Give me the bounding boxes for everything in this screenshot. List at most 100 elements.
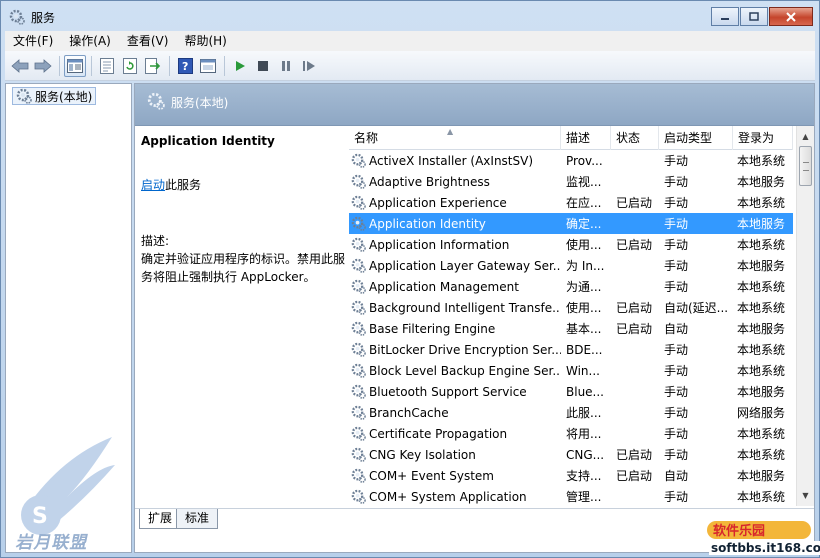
- table-row[interactable]: Block Level Backup Engine Ser... Win... 手动…: [349, 360, 793, 381]
- service-status: 已启动: [616, 301, 653, 315]
- service-name: ActiveX Installer (AxInstSV): [369, 153, 534, 168]
- service-startup-type: 手动: [664, 490, 689, 504]
- column-header-description[interactable]: 描述: [561, 126, 611, 150]
- title-bar[interactable]: 服务: [1, 1, 819, 31]
- main-pane: 服务(本地) Application Identity 启动此服务 描述: 确定…: [134, 83, 815, 553]
- service-gear-icon: [351, 384, 366, 399]
- console-button[interactable]: [197, 55, 219, 77]
- svg-text:软件乐园: 软件乐园: [713, 523, 765, 539]
- column-header-startup-type[interactable]: 启动类型: [659, 126, 733, 150]
- toolbar: ?: [5, 51, 815, 81]
- help-button[interactable]: ?: [174, 55, 196, 77]
- service-name-cell: BranchCache: [349, 405, 561, 420]
- refresh-button[interactable]: [119, 55, 141, 77]
- menu-help[interactable]: 帮助(H): [176, 31, 234, 51]
- service-startup-type: 手动: [664, 385, 689, 399]
- scroll-up-icon[interactable]: ▲: [797, 128, 814, 145]
- table-row[interactable]: Adaptive Brightness 监视... 手动 本地服务: [349, 171, 793, 192]
- service-gear-icon: [351, 153, 366, 168]
- service-name: Application Information: [369, 237, 510, 252]
- service-logon-as: 本地系统: [737, 154, 786, 168]
- maximize-button[interactable]: [740, 7, 768, 26]
- service-gear-icon: [351, 426, 366, 441]
- service-name: Certificate Propagation: [369, 426, 508, 441]
- scroll-thumb[interactable]: [799, 146, 812, 186]
- start-service-button[interactable]: [229, 55, 251, 77]
- column-header-name[interactable]: ▲ 名称: [349, 126, 561, 150]
- service-name-cell: Bluetooth Support Service: [349, 384, 561, 399]
- service-description: Win...: [566, 363, 600, 378]
- service-status: 已启动: [616, 238, 653, 252]
- properties-button[interactable]: [96, 55, 118, 77]
- service-description: Prov...: [566, 153, 603, 168]
- service-description: 使用...: [566, 301, 602, 315]
- service-name: COM+ System Application: [369, 489, 527, 504]
- services-gear-icon: [16, 88, 32, 104]
- stop-service-button[interactable]: [252, 55, 274, 77]
- service-gear-icon: [351, 468, 366, 483]
- table-row[interactable]: Application Layer Gateway Ser... 为 In... 手…: [349, 255, 793, 276]
- table-row[interactable]: Application Management 为通... 手动 本地系统: [349, 276, 793, 297]
- export-icon: [145, 57, 161, 74]
- table-row[interactable]: BitLocker Drive Encryption Ser... BDE... 手…: [349, 339, 793, 360]
- vertical-scrollbar[interactable]: ▲ ▼: [796, 126, 814, 506]
- menu-file[interactable]: 文件(F): [5, 31, 61, 51]
- service-description: 此服...: [566, 406, 602, 420]
- export-button[interactable]: [142, 55, 164, 77]
- minimize-button[interactable]: [711, 7, 739, 26]
- service-description: CNG...: [566, 447, 605, 462]
- show-tree-icon: [67, 58, 83, 73]
- service-description: 为通...: [566, 280, 602, 294]
- svg-text:?: ?: [182, 60, 188, 73]
- service-name-cell: COM+ System Application: [349, 489, 561, 504]
- service-name: Application Layer Gateway Ser...: [369, 258, 561, 273]
- service-status: 已启动: [616, 196, 653, 210]
- table-row[interactable]: ActiveX Installer (AxInstSV) Prov... 手动 本地系…: [349, 150, 793, 171]
- watermark-text-left: 岩月联盟: [14, 533, 91, 553]
- table-row[interactable]: COM+ System Application 管理... 手动 本地系统: [349, 486, 793, 506]
- service-name-cell: Application Layer Gateway Ser...: [349, 258, 561, 273]
- service-logon-as: 本地系统: [737, 196, 786, 210]
- forward-button[interactable]: [32, 55, 54, 77]
- tree-item-services-local[interactable]: 服务(本地): [12, 87, 97, 105]
- minimize-icon: [721, 17, 729, 20]
- service-name-cell: ActiveX Installer (AxInstSV): [349, 153, 561, 168]
- service-startup-type: 自动: [664, 322, 689, 336]
- column-header-logon-as[interactable]: 登录为: [733, 126, 793, 150]
- close-button[interactable]: [769, 7, 813, 26]
- back-button[interactable]: [9, 55, 31, 77]
- menu-action[interactable]: 操作(A): [61, 31, 119, 51]
- table-row[interactable]: Application Information 使用... 已启动 手动 本地系统: [349, 234, 793, 255]
- table-row[interactable]: Background Intelligent Transfe... 使用... 已启…: [349, 297, 793, 318]
- service-description: 确定...: [566, 217, 602, 231]
- table-row[interactable]: CNG Key Isolation CNG... 已启动 手动 本地系统: [349, 444, 793, 465]
- table-row[interactable]: Base Filtering Engine 基本... 已启动 自动 本地服务: [349, 318, 793, 339]
- show-tree-button[interactable]: [64, 54, 86, 77]
- tab-extended[interactable]: 扩展: [139, 509, 182, 529]
- table-row[interactable]: Application Experience 在应... 已启动 手动 本地系统: [349, 192, 793, 213]
- service-name: Application Identity: [369, 216, 486, 231]
- table-row[interactable]: BranchCache 此服... 手动 网络服务: [349, 402, 793, 423]
- column-header-status[interactable]: 状态: [611, 126, 659, 150]
- table-row[interactable]: Certificate Propagation 将用... 手动 本地系统: [349, 423, 793, 444]
- table-row[interactable]: Application Identity 确定... 手动 本地服务: [349, 213, 793, 234]
- scroll-down-icon[interactable]: ▼: [797, 487, 814, 504]
- service-logon-as: 本地服务: [737, 259, 786, 273]
- tab-standard[interactable]: 标准: [176, 509, 219, 529]
- service-name-cell: Adaptive Brightness: [349, 174, 561, 189]
- service-startup-type: 手动: [664, 280, 689, 294]
- service-name: Application Management: [369, 279, 519, 294]
- service-name-cell: Application Management: [349, 279, 561, 294]
- service-description: 支持...: [566, 469, 602, 483]
- watermark-brand-right: 软件乐园: [707, 521, 811, 539]
- window-title: 服务: [31, 11, 56, 25]
- restart-service-button[interactable]: [298, 55, 320, 77]
- pause-service-button[interactable]: [275, 55, 297, 77]
- services-window: 服务 文件(F) 操作(A) 查看(V) 帮助(H) ? 服务(本地) 服务(本…: [0, 0, 820, 558]
- table-row[interactable]: COM+ Event System 支持... 已启动 自动 本地服务: [349, 465, 793, 486]
- table-row[interactable]: Bluetooth Support Service Blue... 手动 本地服务: [349, 381, 793, 402]
- menu-view[interactable]: 查看(V): [119, 31, 177, 51]
- service-action-suffix: 此服务: [165, 178, 202, 192]
- service-name-cell: Base Filtering Engine: [349, 321, 561, 336]
- start-service-link[interactable]: 启动: [141, 178, 165, 192]
